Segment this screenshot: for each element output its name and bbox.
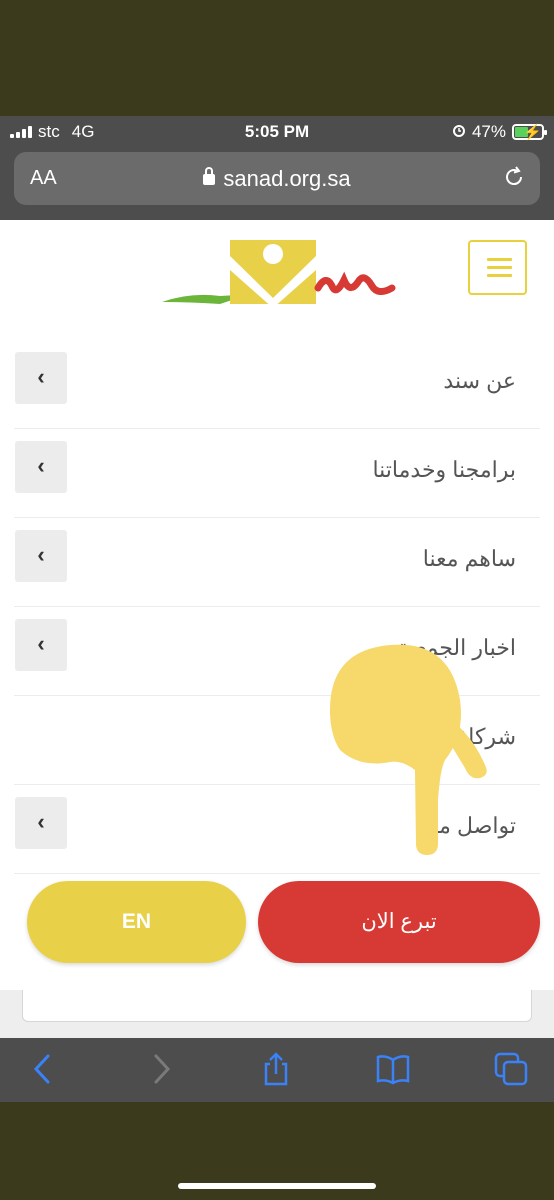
- menu-item-label: ساهم معنا: [422, 546, 516, 571]
- menu-item-about[interactable]: عن سند ‹: [14, 340, 540, 429]
- menu-item-label: برامجنا وخدماتنا: [372, 457, 516, 482]
- alarm-icon: [452, 122, 466, 142]
- battery-icon: ⚡: [512, 124, 547, 141]
- chevron-left-icon[interactable]: ‹: [15, 797, 67, 849]
- menu-item-label: عن سند: [443, 368, 516, 393]
- chevron-left-icon[interactable]: ‹: [15, 441, 67, 493]
- hamburger-menu-icon[interactable]: [468, 240, 527, 295]
- web-page: عن سند ‹ برامجنا وخدماتنا ‹ ساهم معنا ‹ …: [0, 220, 554, 1038]
- language-button[interactable]: EN: [27, 881, 246, 963]
- menu-item-partners[interactable]: شركاؤنا: [14, 696, 540, 785]
- url-display[interactable]: sanad.org.sa: [14, 166, 540, 192]
- menu-item-label: اخبار الجمعية: [397, 635, 516, 660]
- chevron-left-icon[interactable]: ‹: [15, 352, 67, 404]
- donate-button[interactable]: تبرع الان: [258, 881, 540, 963]
- domain-text: sanad.org.sa: [223, 166, 351, 191]
- mobile-menu-panel: عن سند ‹ برامجنا وخدماتنا ‹ ساهم معنا ‹ …: [0, 220, 554, 990]
- tabs-icon[interactable]: [494, 1052, 528, 1086]
- battery-percent: 47%: [471, 122, 506, 141]
- share-icon[interactable]: [259, 1052, 293, 1086]
- menu-item-label: تواصل معنا: [415, 813, 516, 838]
- reload-icon[interactable]: [502, 165, 526, 196]
- home-indicator[interactable]: [178, 1183, 376, 1189]
- chevron-left-icon[interactable]: ‹: [15, 530, 67, 582]
- lock-icon: [203, 167, 216, 185]
- charging-icon: ⚡: [523, 124, 542, 141]
- chevron-left-icon[interactable]: ‹: [15, 619, 67, 671]
- browser-toolbar: [0, 1038, 554, 1102]
- menu-item-news[interactable]: اخبار الجمعية ‹: [14, 607, 540, 696]
- status-bar: stc 4G 5:05 PM 47% ⚡: [0, 116, 554, 146]
- sanad-logo[interactable]: [160, 236, 396, 308]
- menu-item-contact[interactable]: تواصل معنا ‹: [14, 785, 540, 874]
- content-card: [22, 990, 532, 1022]
- menu-item-contribute[interactable]: ساهم معنا ‹: [14, 518, 540, 607]
- forward-icon[interactable]: [144, 1052, 178, 1086]
- menu-item-programs[interactable]: برامجنا وخدماتنا ‹: [14, 429, 540, 518]
- back-icon[interactable]: [26, 1052, 60, 1086]
- browser-header: AA sanad.org.sa: [0, 146, 554, 220]
- address-bar[interactable]: AA sanad.org.sa: [14, 152, 540, 205]
- bookmarks-icon[interactable]: [376, 1052, 410, 1086]
- status-right: 47% ⚡: [452, 122, 547, 142]
- menu-item-label: شركاؤنا: [444, 724, 516, 749]
